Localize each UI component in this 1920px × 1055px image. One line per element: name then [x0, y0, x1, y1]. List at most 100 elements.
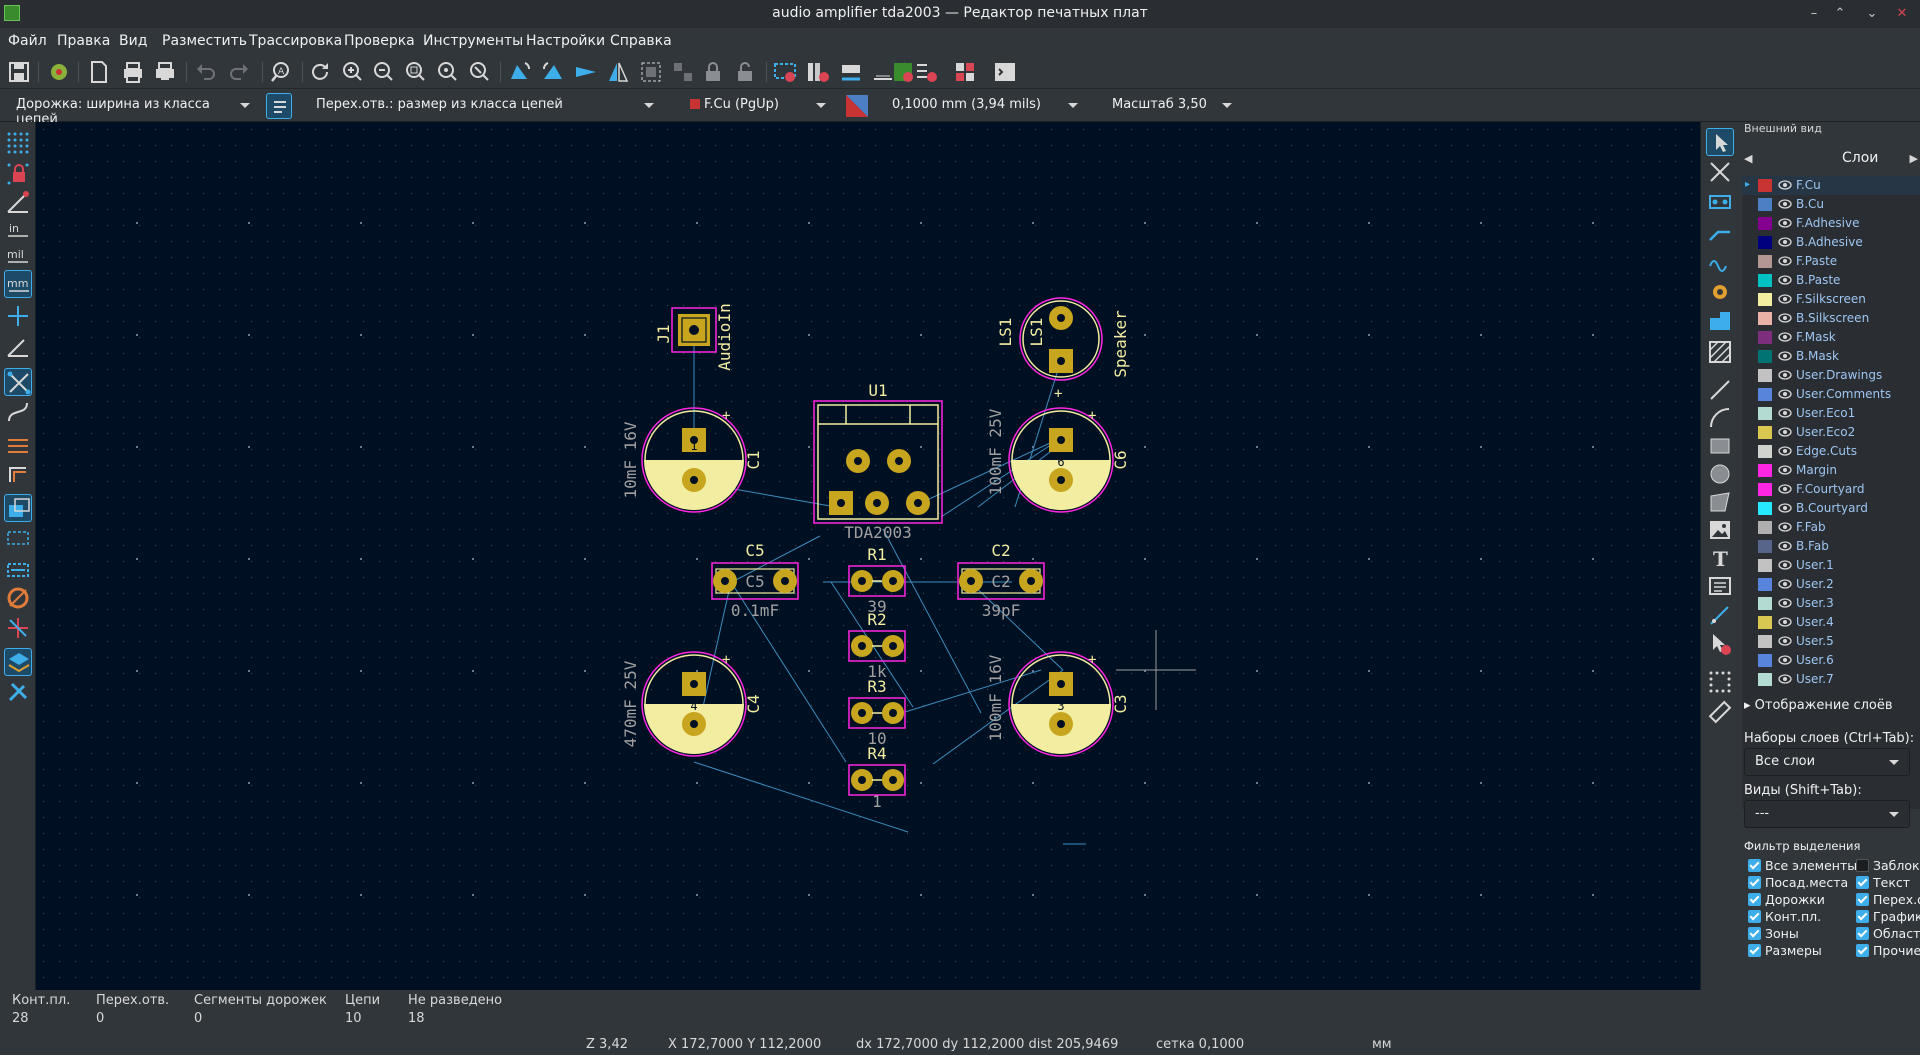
layer-color-swatch[interactable] [1758, 483, 1772, 496]
layer-color-swatch[interactable] [1758, 540, 1772, 553]
layer-color-swatch[interactable] [1758, 350, 1772, 363]
layer-row[interactable]: ▸ F.Cu [1742, 176, 1920, 195]
draw-polygon-icon[interactable] [1706, 488, 1734, 516]
drc-icon[interactable] [913, 59, 939, 85]
tab-layers[interactable]: Слои [1842, 150, 1878, 166]
eye-icon[interactable] [1778, 577, 1792, 591]
local-ratsnest-icon[interactable] [1706, 158, 1734, 186]
tab-scroll-right-icon[interactable]: ▶ [1910, 152, 1918, 165]
eye-icon[interactable] [1778, 197, 1792, 211]
eye-icon[interactable] [1778, 482, 1792, 496]
zoom-out-icon[interactable] [370, 59, 396, 85]
draw-rectangle-icon[interactable] [1706, 432, 1734, 460]
restore-down-icon[interactable]: ⌄ [1862, 4, 1882, 24]
eye-icon[interactable] [1778, 235, 1792, 249]
layer-row[interactable]: B.Silkscreen [1742, 309, 1920, 328]
filter-checkbox[interactable]: Прочие [1856, 943, 1920, 958]
cursor-crosshair-icon[interactable] [4, 302, 32, 330]
show-tracks-icon[interactable] [4, 556, 32, 584]
redo-icon[interactable] [226, 59, 252, 85]
unlock-icon[interactable] [732, 59, 758, 85]
find-icon[interactable]: A [268, 59, 294, 85]
layer-row[interactable]: F.Paste [1742, 252, 1920, 271]
lock-icon[interactable] [700, 59, 726, 85]
layer-color-swatch[interactable] [1758, 255, 1772, 268]
presets-select[interactable]: Все слои [1744, 748, 1910, 776]
group-icon[interactable] [638, 59, 664, 85]
plugin-icon[interactable] [952, 59, 978, 85]
layer-row[interactable]: B.Courtyard [1742, 499, 1920, 518]
layer-color-swatch[interactable] [1758, 597, 1772, 610]
refresh-icon[interactable] [307, 59, 333, 85]
layer-row[interactable]: User.5 [1742, 632, 1920, 651]
layer-row[interactable]: F.Mask [1742, 328, 1920, 347]
zoom-in-icon[interactable] [339, 59, 365, 85]
eye-icon[interactable] [1778, 387, 1792, 401]
menu-file[interactable]: Файл [8, 33, 47, 49]
checkbox-icon[interactable] [1748, 944, 1761, 957]
checkbox-icon[interactable] [1856, 927, 1869, 940]
layer-row[interactable]: Edge.Cuts [1742, 442, 1920, 461]
rotate-cw-icon[interactable] [540, 59, 566, 85]
layer-row[interactable]: User.6 [1742, 651, 1920, 670]
layer-row[interactable]: User.2 [1742, 575, 1920, 594]
views-select[interactable]: --- [1744, 800, 1910, 828]
layer-color-swatch[interactable] [1758, 236, 1772, 249]
eye-icon[interactable] [1778, 178, 1792, 192]
zoom-fit-icon[interactable] [402, 59, 428, 85]
filter-checkbox[interactable]: Посад.места [1748, 875, 1848, 890]
polar-coords-icon[interactable] [4, 188, 32, 216]
add-textbox-icon[interactable] [1706, 572, 1734, 600]
checkbox-icon[interactable] [1856, 859, 1869, 872]
layer-row[interactable]: Margin [1742, 461, 1920, 480]
layer-row[interactable]: B.Paste [1742, 271, 1920, 290]
eye-icon[interactable] [1778, 406, 1792, 420]
print-icon[interactable] [120, 59, 146, 85]
menu-preferences[interactable]: Настройки [526, 33, 605, 49]
restore-up-icon[interactable]: ⌃ [1830, 4, 1850, 24]
zoom-objects-icon[interactable] [434, 59, 460, 85]
filter-checkbox[interactable]: Графика [1856, 909, 1920, 924]
delete-tool-icon[interactable] [1706, 630, 1734, 658]
filter-checkbox[interactable]: Заблок [1856, 858, 1920, 873]
layer-row[interactable]: B.Fab [1742, 537, 1920, 556]
plot-icon[interactable] [152, 59, 178, 85]
eye-icon[interactable] [1778, 273, 1792, 287]
eye-icon[interactable] [1778, 444, 1792, 458]
netlist-update-icon[interactable] [772, 59, 798, 85]
draw-circle-icon[interactable] [1706, 460, 1734, 488]
layer-row[interactable]: User.1 [1742, 556, 1920, 575]
filter-checkbox[interactable]: Текст [1856, 875, 1910, 890]
layer-color-swatch[interactable] [1758, 445, 1772, 458]
eye-icon[interactable] [1778, 501, 1792, 515]
route-diff-pair-icon[interactable] [1706, 248, 1734, 276]
add-image-icon[interactable] [1706, 516, 1734, 544]
grid-toggle-icon[interactable] [4, 129, 32, 157]
layer-row[interactable]: User.7 [1742, 670, 1920, 689]
rotate-ccw-icon[interactable] [507, 59, 533, 85]
units-inch-icon[interactable]: in [4, 216, 32, 244]
ratsnest-toggle-icon[interactable] [4, 368, 32, 396]
layer-row[interactable]: User.4 [1742, 613, 1920, 632]
checkbox-icon[interactable] [1856, 876, 1869, 889]
layer-row[interactable]: User.Eco2 [1742, 423, 1920, 442]
layer-row[interactable]: User.Comments [1742, 385, 1920, 404]
layer-row[interactable]: F.Fab [1742, 518, 1920, 537]
layer-color-swatch[interactable] [1758, 673, 1772, 686]
add-footprint-icon[interactable] [1706, 188, 1734, 216]
ungroup-icon[interactable] [670, 59, 696, 85]
units-mm-icon[interactable]: mm [4, 270, 32, 298]
checkbox-icon[interactable] [1748, 859, 1761, 872]
page-settings-icon[interactable] [86, 59, 112, 85]
zone-fill-icon[interactable] [4, 432, 32, 460]
filter-checkbox[interactable]: Дорожки [1748, 892, 1825, 907]
eye-icon[interactable] [1778, 330, 1792, 344]
filter-checkbox[interactable]: Зоны [1748, 926, 1799, 941]
layer-row[interactable]: B.Cu [1742, 195, 1920, 214]
eye-icon[interactable] [1778, 539, 1792, 553]
add-dimension-icon[interactable] [1706, 602, 1734, 630]
properties-panel-icon[interactable] [4, 678, 32, 706]
layer-pair-icon[interactable] [844, 93, 870, 119]
scripting-console-icon[interactable] [992, 59, 1018, 85]
layer-color-swatch[interactable] [1758, 559, 1772, 572]
